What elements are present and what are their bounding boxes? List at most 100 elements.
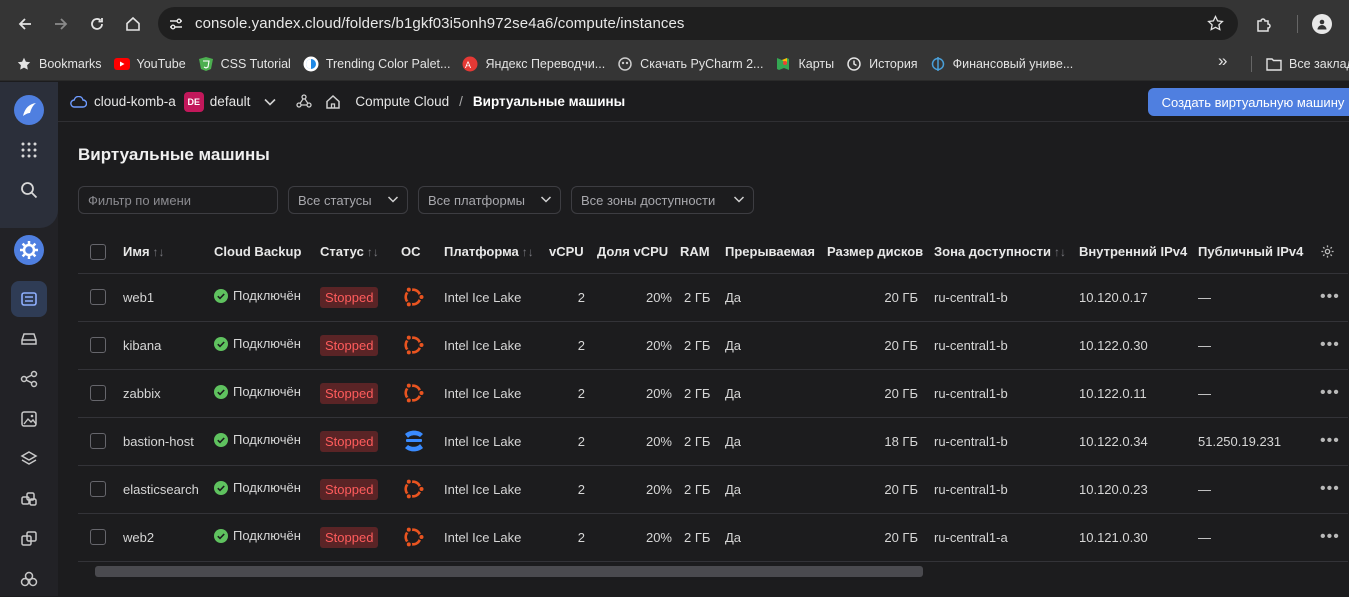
backup-status: Подключён: [233, 288, 301, 304]
bookmark-item[interactable]: YouTube: [108, 51, 192, 77]
back-button[interactable]: [8, 7, 42, 41]
bookmark-item[interactable]: A Яндекс Переводчи...: [456, 51, 611, 77]
chevron-down-icon[interactable]: [264, 98, 276, 106]
preemptible: Да: [725, 513, 827, 562]
services-graph-icon[interactable]: [296, 93, 312, 110]
more-actions-button[interactable]: •••: [1320, 384, 1340, 401]
vm-name[interactable]: zabbix: [123, 369, 214, 418]
nav-gpu-clusters[interactable]: [11, 561, 47, 597]
zone: ru-central1-b: [934, 321, 1079, 370]
col-name[interactable]: Имя ↑↓: [123, 231, 214, 274]
star-icon: [16, 56, 32, 72]
disk-size: 20 ГБ: [827, 369, 934, 418]
folder-name[interactable]: default: [210, 94, 251, 109]
bookmark-item[interactable]: Trending Color Palet...: [297, 51, 457, 77]
translate-icon: A: [462, 56, 478, 72]
nav-dedicated-hosts[interactable]: [11, 521, 47, 557]
col-platform[interactable]: Платформа ↑↓: [444, 231, 549, 274]
search-button[interactable]: [11, 172, 47, 208]
vm-name[interactable]: elasticsearch: [123, 465, 214, 514]
site-settings-icon[interactable]: [168, 16, 184, 32]
table-row[interactable]: elasticsearch Подключён Stopped Intel Ice L…: [78, 465, 1348, 514]
vm-name[interactable]: web2: [123, 513, 214, 562]
forward-button[interactable]: [44, 7, 78, 41]
compute-service-button[interactable]: [11, 232, 47, 268]
horizontal-scrollbar[interactable]: [95, 566, 923, 577]
console-app: cloud-komb-a DE default Compute Cloud / …: [0, 82, 1349, 596]
sort-icon[interactable]: ↑↓: [367, 245, 379, 259]
status-badge: Stopped: [320, 286, 379, 308]
row-checkbox[interactable]: [90, 433, 106, 449]
nav-virtual-machines[interactable]: [11, 281, 47, 317]
yandex-cloud-logo[interactable]: [11, 92, 47, 128]
more-bookmarks-button[interactable]: »: [1218, 51, 1227, 71]
table-row[interactable]: bastion-host Подключён Stopped Intel Ice La…: [78, 417, 1348, 466]
row-checkbox[interactable]: [90, 337, 106, 353]
bookmark-item[interactable]: Финансовый униве...: [924, 51, 1080, 77]
internal-ipv4: 10.122.0.11: [1079, 369, 1198, 418]
col-zone[interactable]: Зона доступности ↑↓: [934, 231, 1079, 274]
status-cell: Stopped: [320, 465, 401, 514]
breadcrumb-service[interactable]: Compute Cloud: [355, 94, 449, 109]
bookmark-item[interactable]: CSS Tutorial: [192, 51, 297, 77]
row-select-cell: [78, 273, 123, 322]
nav-snapshots[interactable]: [11, 441, 47, 477]
reload-button[interactable]: [80, 7, 114, 41]
services-menu-button[interactable]: [11, 132, 47, 168]
home-icon[interactable]: [325, 94, 341, 110]
more-actions-button[interactable]: •••: [1320, 480, 1340, 497]
nav-placement-groups[interactable]: [11, 361, 47, 397]
public-ipv4: —: [1198, 513, 1320, 562]
more-actions-button[interactable]: •••: [1320, 432, 1340, 449]
main-content: Виртуальные машины Фильтр по имени Все с…: [58, 123, 1349, 596]
row-checkbox[interactable]: [90, 385, 106, 401]
table-row[interactable]: web2 Подключён Stopped Intel Ice Lake 2 20% 2 …: [78, 513, 1348, 562]
gear-icon[interactable]: [1320, 244, 1335, 259]
bookmark-item[interactable]: Bookmarks: [10, 51, 108, 77]
nav-disks[interactable]: [11, 321, 47, 357]
vm-name[interactable]: web1: [123, 273, 214, 322]
table-row[interactable]: kibana Подключён Stopped Intel Ice Lake 2 20%…: [78, 321, 1348, 370]
avatar[interactable]: [1312, 13, 1332, 34]
table-row[interactable]: zabbix Подключён Stopped Intel Ice Lake 2 20%…: [78, 369, 1348, 418]
address-bar[interactable]: console.yandex.cloud/folders/b1gkf03i5on…: [158, 7, 1238, 40]
more-actions-button[interactable]: •••: [1320, 528, 1340, 545]
select-all-checkbox[interactable]: [90, 243, 106, 260]
status-cell: Stopped: [320, 321, 401, 370]
row-actions-cell: •••: [1320, 465, 1348, 514]
create-vm-button[interactable]: Создать виртуальную машину: [1148, 88, 1349, 116]
row-checkbox[interactable]: [90, 529, 106, 545]
home-button[interactable]: [116, 7, 150, 41]
row-checkbox[interactable]: [90, 481, 106, 497]
bookmark-item[interactable]: История: [840, 51, 923, 77]
svg-text:A: A: [465, 60, 471, 70]
table-row[interactable]: web1 Подключён Stopped Intel Ice Lake 2 20% 2 …: [78, 273, 1348, 322]
bookmark-item[interactable]: Скачать PyCharm 2...: [611, 51, 769, 77]
zone-select[interactable]: Все зоны доступности: [571, 186, 754, 214]
more-actions-button[interactable]: •••: [1320, 336, 1340, 353]
vm-name[interactable]: bastion-host: [123, 417, 214, 466]
backup-cell: Подключён: [214, 273, 320, 322]
name-filter-input[interactable]: Фильтр по имени: [78, 186, 278, 214]
sort-icon[interactable]: ↑↓: [1054, 245, 1066, 259]
star-icon[interactable]: [1207, 15, 1224, 32]
more-actions-button[interactable]: •••: [1320, 288, 1340, 305]
platform-select[interactable]: Все платформы: [418, 186, 561, 214]
bookmark-item[interactable]: Карты: [769, 51, 840, 77]
cloud-name[interactable]: cloud-komb-a: [94, 94, 176, 109]
extensions-icon[interactable]: [1255, 15, 1273, 33]
sort-icon[interactable]: ↑↓: [522, 245, 534, 259]
share-nodes-icon: [20, 370, 38, 388]
browser-actions: [1255, 0, 1349, 47]
all-bookmarks-folder[interactable]: Все заклад: [1260, 51, 1349, 77]
vm-name[interactable]: kibana: [123, 321, 214, 370]
sort-icon[interactable]: ↑↓: [153, 245, 165, 259]
col-status[interactable]: Статус ↑↓: [320, 231, 401, 274]
zone: ru-central1-b: [934, 417, 1079, 466]
cluster-icon: [20, 571, 38, 587]
nav-instance-groups[interactable]: [11, 481, 47, 517]
platform: Intel Ice Lake: [444, 321, 549, 370]
row-checkbox[interactable]: [90, 289, 106, 305]
nav-images[interactable]: [11, 401, 47, 437]
status-select[interactable]: Все статусы: [288, 186, 408, 214]
